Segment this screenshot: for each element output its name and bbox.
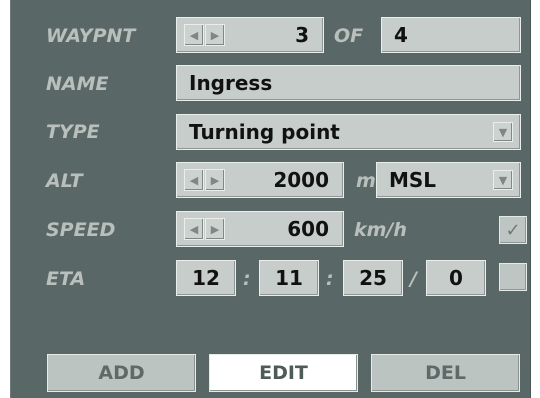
checkmark-icon: ✓ [505, 219, 521, 241]
right-arrow-icon: ▶ [210, 28, 220, 42]
eta-colon-2: : [326, 268, 334, 290]
waypoint-panel: WAYPNT ◀ ▶ 3 OF 4 NAME Ingress TYPE Turn… [10, 0, 531, 398]
alt-increase-button[interactable]: ▶ [205, 169, 225, 191]
speed-value: 600 [287, 217, 329, 241]
add-button[interactable]: ADD [47, 354, 196, 392]
eta-seconds-field[interactable]: 25 [343, 260, 403, 296]
speed-label: SPEED [46, 219, 116, 241]
speed-increase-button[interactable]: ▶ [205, 218, 225, 240]
eta-checkbox[interactable] [499, 263, 527, 291]
alt-label: ALT [46, 170, 83, 192]
type-selected-value: Turning point [189, 120, 340, 144]
eta-colon-1: : [243, 268, 251, 290]
alt-reference-value: MSL [389, 168, 437, 192]
speed-checkbox[interactable]: ✓ [499, 216, 527, 244]
speed-decrease-button[interactable]: ◀ [184, 218, 204, 240]
right-arrow-icon: ▶ [210, 173, 220, 187]
of-label: OF [334, 25, 364, 47]
delete-button[interactable]: DEL [371, 354, 520, 392]
chevron-down-icon: ▼ [498, 173, 508, 187]
alt-stepper[interactable]: ◀ ▶ 2000 [176, 162, 344, 198]
eta-slash: / [410, 268, 417, 290]
waypoint-next-button[interactable]: ▶ [205, 24, 225, 46]
eta-day-field[interactable]: 0 [426, 260, 486, 296]
chevron-down-icon: ▼ [498, 125, 508, 139]
waypoint-total-field: 4 [381, 17, 521, 53]
speed-unit: km/h [354, 219, 407, 241]
waypoint-prev-button[interactable]: ◀ [184, 24, 204, 46]
left-arrow-icon: ◀ [189, 173, 199, 187]
alt-unit: m [356, 170, 376, 192]
eta-minutes-field[interactable]: 11 [259, 260, 319, 296]
alt-decrease-button[interactable]: ◀ [184, 169, 204, 191]
waypoint-stepper[interactable]: ◀ ▶ 3 [176, 17, 324, 53]
right-arrow-icon: ▶ [210, 222, 220, 236]
eta-hours-field[interactable]: 12 [176, 260, 236, 296]
name-label: NAME [46, 73, 109, 95]
type-select[interactable]: Turning point ▼ [176, 114, 521, 150]
type-dropdown-button[interactable]: ▼ [493, 122, 513, 142]
eta-label: ETA [46, 268, 86, 290]
alt-reference-dropdown-button[interactable]: ▼ [493, 170, 513, 190]
type-label: TYPE [46, 121, 100, 143]
left-arrow-icon: ◀ [189, 222, 199, 236]
left-arrow-icon: ◀ [189, 28, 199, 42]
edit-button[interactable]: EDIT [209, 354, 358, 392]
name-input[interactable]: Ingress [176, 65, 521, 101]
alt-value: 2000 [273, 168, 329, 192]
alt-reference-select[interactable]: MSL ▼ [376, 162, 521, 198]
waypoint-label: WAYPNT [46, 25, 136, 47]
waypoint-number: 3 [295, 23, 309, 47]
speed-stepper[interactable]: ◀ ▶ 600 [176, 211, 344, 247]
